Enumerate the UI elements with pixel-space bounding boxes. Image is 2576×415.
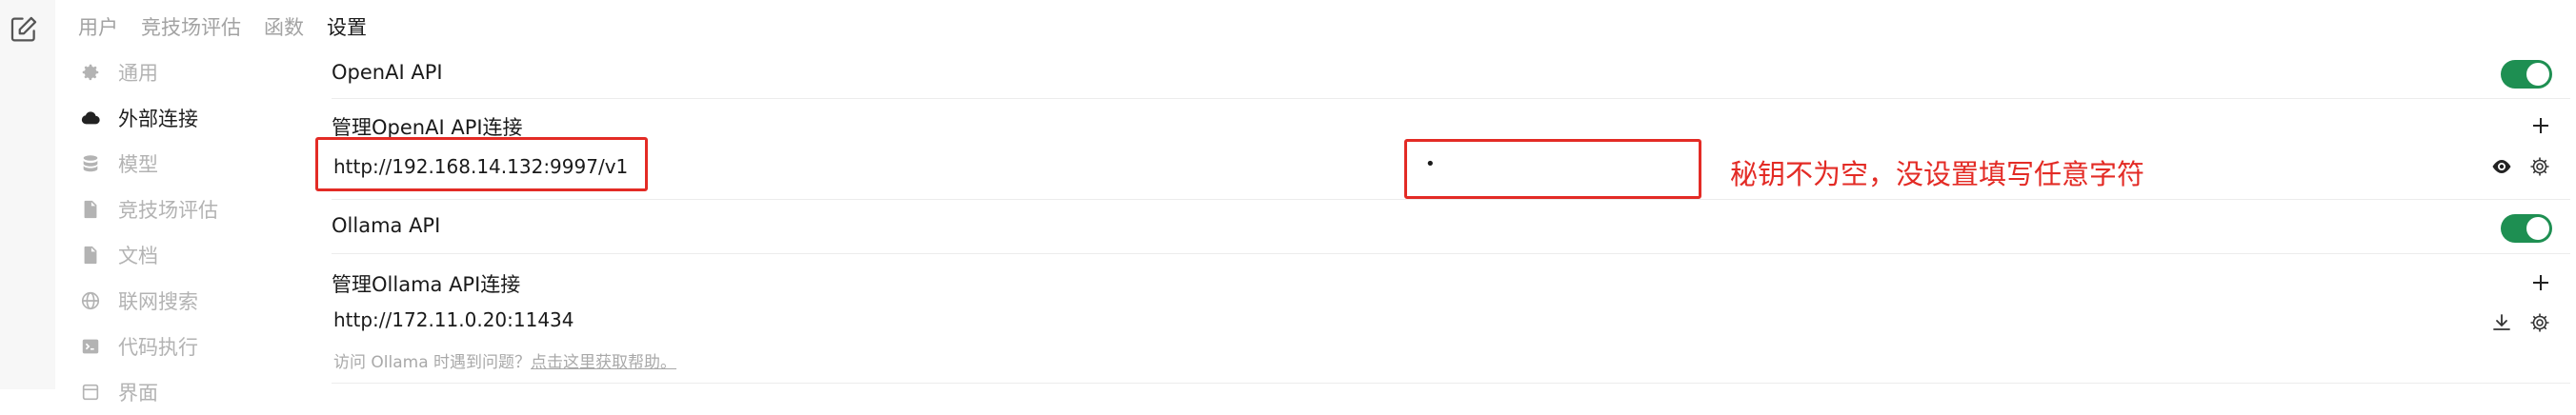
add-ollama-connection-plus-icon[interactable]	[2529, 271, 2552, 294]
divider	[332, 199, 2570, 200]
ollama-url-field[interactable]: http://172.11.0.20:11434	[333, 308, 574, 331]
tab-functions[interactable]: 函数	[264, 12, 304, 41]
ollama-section-title: Ollama API	[332, 214, 441, 237]
interface-icon	[80, 382, 101, 403]
nav-item-web-search[interactable]: 联网搜索	[80, 278, 318, 324]
globe-icon	[80, 290, 101, 311]
new-chat-icon[interactable]	[8, 13, 40, 46]
help-link[interactable]: 点击这里获取帮助。	[531, 353, 676, 372]
settings-nav: 通用 外部连接 模型 竞技场评估 文档 联网搜索 代码执行 界面	[80, 49, 318, 415]
nav-label: 联网搜索	[118, 290, 198, 313]
divider	[332, 383, 2570, 384]
nav-label: 通用	[118, 62, 158, 85]
nav-item-models[interactable]: 模型	[80, 141, 318, 187]
tab-users[interactable]: 用户	[78, 12, 118, 41]
nav-label: 界面	[118, 382, 158, 405]
nav-item-code-exec[interactable]: 代码执行	[80, 324, 318, 369]
download-icon[interactable]	[2490, 311, 2513, 334]
terminal-icon	[80, 336, 101, 357]
nav-label: 文档	[118, 245, 158, 267]
database-icon	[80, 153, 101, 174]
nav-item-arena[interactable]: 竞技场评估	[80, 187, 318, 232]
document-icon	[80, 199, 101, 220]
openai-section-title: OpenAI API	[332, 61, 443, 84]
key-highlight-box	[1404, 139, 1701, 199]
openai-key-field[interactable]: •	[1425, 154, 1436, 174]
divider	[332, 98, 2570, 99]
toggle-knob	[2526, 63, 2549, 86]
annotation-note: 秘钥不为空，没设置填写任意字符	[1730, 158, 2145, 190]
nav-label: 代码执行	[118, 336, 198, 359]
ollama-toggle[interactable]	[2501, 214, 2552, 243]
openai-toggle[interactable]	[2501, 60, 2552, 89]
nav-label: 外部连接	[118, 108, 198, 130]
add-openai-connection-plus-icon[interactable]	[2529, 114, 2552, 137]
nav-label: 竞技场评估	[118, 199, 218, 222]
top-tabs: 用户 竞技场评估 函数 设置	[78, 11, 390, 42]
gear-icon[interactable]	[2528, 311, 2551, 334]
nav-item-interface[interactable]: 界面	[80, 369, 318, 415]
nav-item-general[interactable]: 通用	[80, 49, 318, 95]
help-prefix: 访问 Ollama 时遇到问题？	[333, 353, 532, 372]
nav-item-documents[interactable]: 文档	[80, 232, 318, 278]
gear-icon[interactable]	[2528, 155, 2551, 178]
left-rail	[0, 0, 55, 389]
divider	[332, 253, 2570, 254]
tab-settings[interactable]: 设置	[327, 12, 367, 41]
toggle-knob	[2526, 217, 2549, 240]
document-icon	[80, 245, 101, 266]
cloud-icon	[80, 108, 101, 128]
gear-icon	[80, 62, 101, 83]
nav-item-connections[interactable]: 外部连接	[80, 95, 318, 141]
ollama-manage-label: 管理Ollama API连接	[332, 273, 521, 296]
tab-arena[interactable]: 竞技场评估	[141, 12, 241, 41]
ollama-help-text: 访问 Ollama 时遇到问题？点击这里获取帮助。	[333, 348, 676, 372]
nav-label: 模型	[118, 153, 158, 176]
eye-icon[interactable]	[2490, 155, 2513, 178]
openai-url-field[interactable]: http://192.168.14.132:9997/v1	[333, 155, 628, 178]
